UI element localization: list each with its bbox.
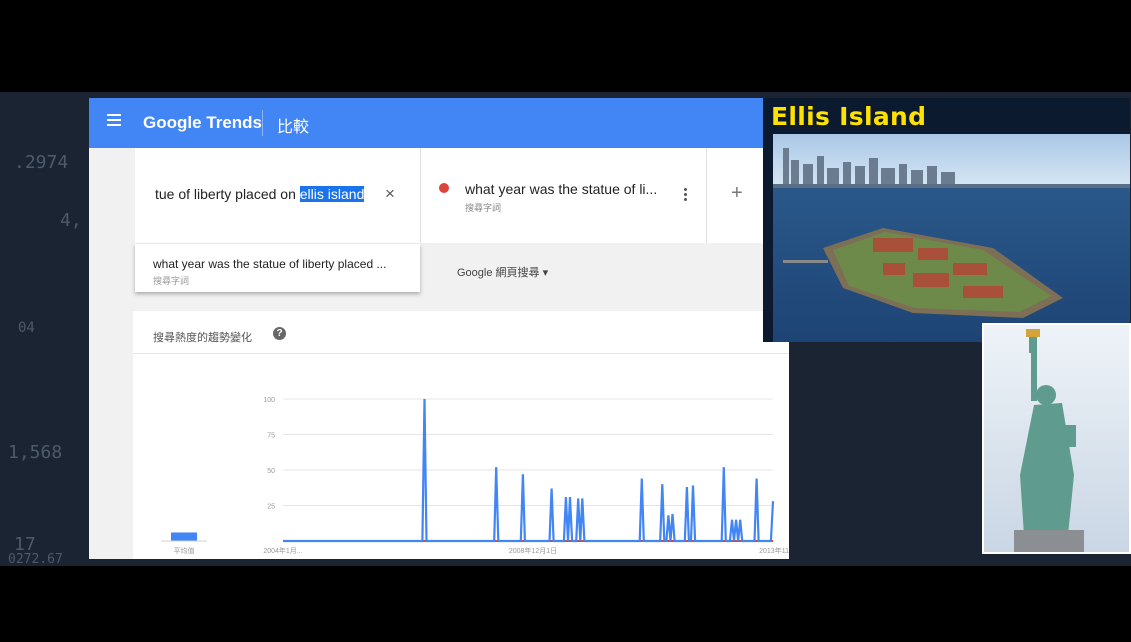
search-term-1[interactable]: tue of liberty placed on ellis island × [135, 148, 421, 243]
background-number: 04 [18, 320, 35, 336]
interest-over-time-card: 搜尋熱度的趨勢變化 ? 25 50 75 100 2004年1月... 2008年12月1… [133, 311, 789, 559]
search-type-dropdown[interactable]: Google 網頁搜尋 ▾ [457, 264, 548, 280]
statue-of-liberty-image [984, 325, 1129, 552]
page-title: 比較 [277, 119, 310, 136]
average-label: 平均值 [174, 546, 195, 555]
y-tick-label: 50 [267, 468, 275, 475]
average-bar [171, 532, 197, 541]
background-number: 1,568 [8, 442, 63, 463]
search-term-2[interactable]: what year was the statue of li... 搜尋字詞 [421, 148, 707, 243]
selected-text: ellis island [299, 186, 365, 202]
overlay-title: Ellis Island [771, 102, 927, 131]
autocomplete-suggestion[interactable]: what year was the statue of liberty plac… [135, 244, 420, 292]
ellis-island-image [773, 134, 1130, 342]
y-tick-label: 100 [263, 397, 275, 404]
ellis-island-photo: Ellis Island [763, 98, 1130, 342]
term-label: what year was the statue of li... [465, 181, 658, 197]
series-color-dot [439, 183, 449, 193]
hamburger-icon[interactable] [107, 114, 121, 126]
y-tick-label: 25 [267, 504, 275, 511]
background-number: .2974 [14, 152, 69, 173]
background-number: 4, [60, 210, 82, 231]
term-type: 搜尋字詞 [465, 203, 502, 213]
y-tick-label: 75 [267, 433, 275, 440]
kebab-icon[interactable] [684, 188, 687, 203]
plus-icon[interactable]: + [731, 182, 743, 205]
top-app-bar: Google Trends 比較 [89, 98, 789, 148]
statue-of-liberty-photo [982, 323, 1131, 554]
background-number: 0272.67 [8, 552, 63, 567]
search-input[interactable]: tue of liberty placed on ellis island [155, 186, 365, 202]
divider [262, 110, 263, 136]
x-tick-label: 2004年1月... [263, 546, 302, 555]
app-logo[interactable]: Google Trends [143, 113, 262, 133]
google-trends-window: Google Trends 比較 tue of liberty placed o… [89, 98, 789, 559]
x-tick-label: 2013年11月1日 [759, 546, 789, 555]
suggestion-type: 搜尋字詞 [153, 276, 190, 286]
clear-icon[interactable]: × [385, 184, 395, 204]
x-tick-label: 2008年12月1日 [509, 546, 557, 555]
trend-chart: 25 50 75 100 2004年1月... 2008年12月1日 2013年11月1日 平… [161, 397, 789, 555]
suggestion-text: what year was the statue of liberty plac… [153, 257, 387, 271]
